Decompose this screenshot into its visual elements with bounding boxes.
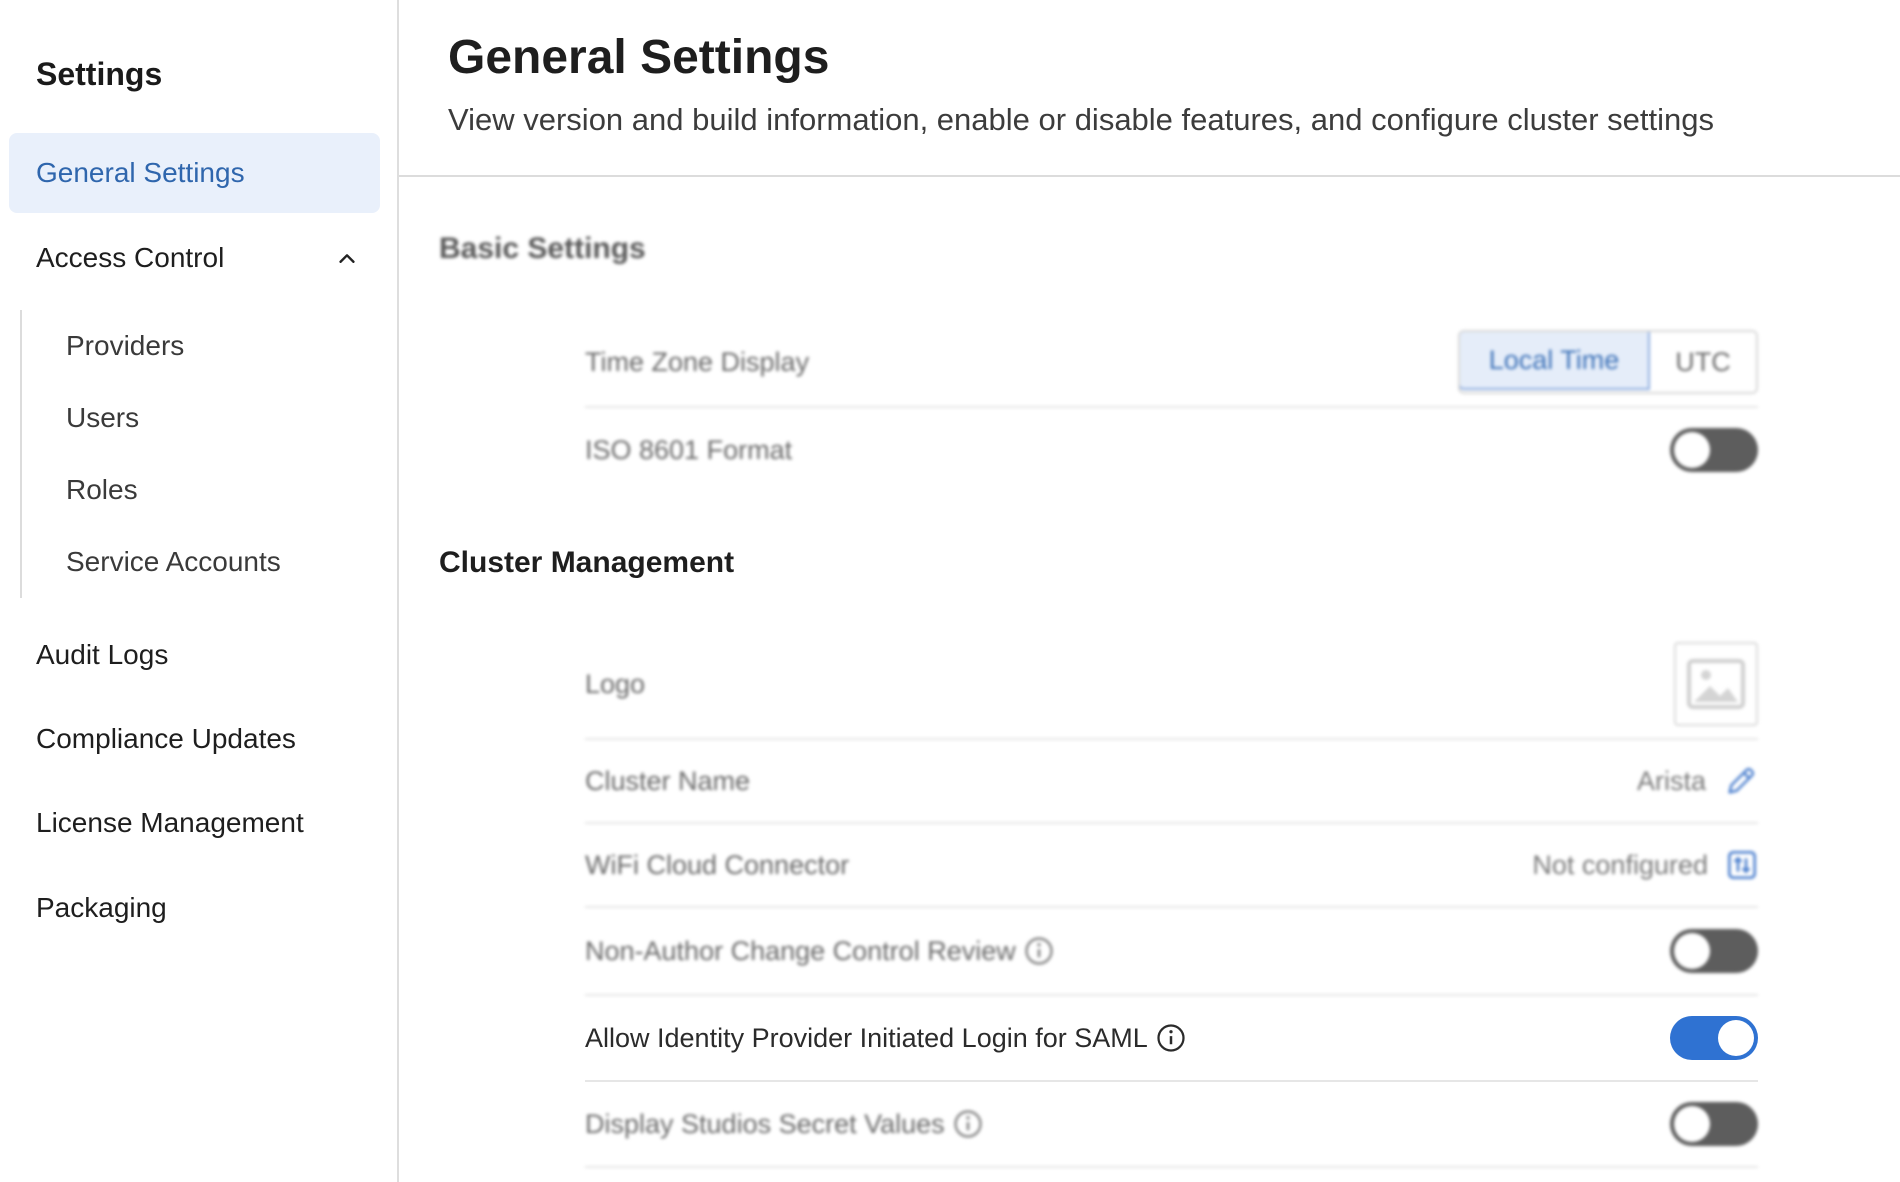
sidebar-item-label: Audit Logs xyxy=(36,639,169,670)
sidebar-item-label: General Settings xyxy=(36,157,245,188)
toggle-knob xyxy=(1674,432,1710,468)
setting-label: Non-Author Change Control Review xyxy=(585,936,1054,967)
setting-row-change-control: Non-Author Change Control Review xyxy=(585,908,1758,996)
main-content: General Settings View version and build … xyxy=(399,0,1900,1182)
sidebar-subitem-providers[interactable]: Providers xyxy=(66,316,184,376)
access-control-subnav xyxy=(20,310,22,598)
setting-row-cluster-name: Cluster Name Arista xyxy=(585,740,1758,824)
setting-row-saml-login: Allow Identity Provider Initiated Login … xyxy=(585,996,1758,1082)
sidebar-title: Settings xyxy=(36,56,163,92)
info-icon[interactable] xyxy=(953,1109,983,1139)
page-subtitle: View version and build information, enab… xyxy=(448,102,1715,137)
section-title-cluster-management: Cluster Management xyxy=(439,546,735,579)
setting-label: Cluster Name xyxy=(585,765,751,796)
sidebar-item-label: Access Control xyxy=(36,242,225,273)
sidebar-item-general-settings[interactable]: General Settings xyxy=(9,133,380,213)
setting-label: Logo xyxy=(585,668,646,699)
setting-label-text: Allow Identity Provider Initiated Login … xyxy=(585,1022,1148,1053)
setting-label: WiFi Cloud Connector xyxy=(585,849,850,880)
cluster-name-value: Arista xyxy=(1636,765,1706,796)
setting-label: Display Studios Secret Values xyxy=(585,1109,983,1140)
sidebar-item-license-management[interactable]: License Management xyxy=(9,783,380,863)
configure-icon[interactable] xyxy=(1726,849,1758,881)
setting-label: Time Zone Display xyxy=(585,346,810,377)
time-zone-option-utc[interactable]: UTC xyxy=(1650,332,1756,392)
setting-row-secret-values: Display Studios Secret Values xyxy=(585,1082,1758,1168)
setting-row-iso-format: ISO 8601 Format xyxy=(585,408,1758,492)
settings-sidebar: Settings General Settings Access Control… xyxy=(0,0,399,1182)
setting-row-logo: Logo xyxy=(585,630,1758,740)
sidebar-subitem-users[interactable]: Users xyxy=(66,388,139,448)
sidebar-item-compliance-updates[interactable]: Compliance Updates xyxy=(9,699,380,779)
iso-format-toggle[interactable] xyxy=(1670,428,1758,472)
time-zone-segmented-control: Local Time UTC xyxy=(1458,330,1758,394)
change-control-toggle[interactable] xyxy=(1670,929,1758,973)
section-title-basic-settings: Basic Settings xyxy=(439,232,646,265)
info-icon[interactable] xyxy=(1156,1023,1186,1053)
sidebar-subitem-roles[interactable]: Roles xyxy=(66,460,138,520)
time-zone-option-local-time[interactable]: Local Time xyxy=(1460,332,1650,390)
secret-values-toggle[interactable] xyxy=(1670,1102,1758,1146)
sidebar-subitem-service-accounts[interactable]: Service Accounts xyxy=(66,532,281,592)
sidebar-item-audit-logs[interactable]: Audit Logs xyxy=(9,615,380,695)
logo-upload-box[interactable] xyxy=(1674,642,1758,726)
toggle-knob xyxy=(1718,1020,1754,1056)
page-title: General Settings xyxy=(448,31,830,84)
info-icon[interactable] xyxy=(1024,936,1054,966)
image-placeholder-icon xyxy=(1687,659,1745,709)
toggle-knob xyxy=(1674,933,1710,969)
sidebar-item-label: License Management xyxy=(36,807,304,838)
sidebar-item-access-control[interactable]: Access Control xyxy=(9,218,380,298)
header-divider xyxy=(399,175,1900,177)
toggle-knob xyxy=(1674,1106,1710,1142)
sidebar-item-label: Packaging xyxy=(36,892,167,923)
setting-row-wifi-connector: WiFi Cloud Connector Not configured xyxy=(585,824,1758,908)
sidebar-item-packaging[interactable]: Packaging xyxy=(9,868,380,948)
chevron-up-icon xyxy=(339,254,355,263)
app-window: Settings General Settings Access Control… xyxy=(0,0,1900,1182)
setting-label: Allow Identity Provider Initiated Login … xyxy=(585,1023,1186,1054)
setting-label-text: Non-Author Change Control Review xyxy=(585,935,1016,966)
saml-login-toggle[interactable] xyxy=(1670,1016,1758,1060)
setting-row-time-zone: Time Zone Display Local Time UTC xyxy=(585,318,1758,408)
sidebar-item-label: Compliance Updates xyxy=(36,723,296,754)
wifi-connector-value: Not configured xyxy=(1532,849,1708,880)
setting-label: ISO 8601 Format xyxy=(585,434,793,465)
setting-label-text: Display Studios Secret Values xyxy=(585,1108,945,1139)
pencil-icon[interactable] xyxy=(1724,764,1758,798)
